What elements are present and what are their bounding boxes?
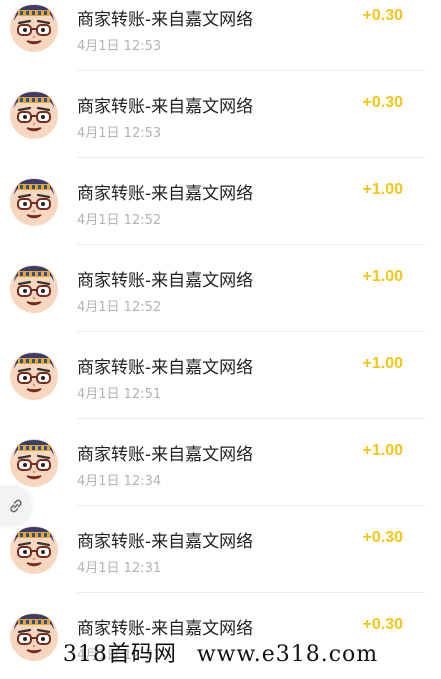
transaction-title: 商家转账-来自嘉文网络 [77,532,254,552]
avatar-icon [10,4,58,52]
watermark-site-name: 318首码网 [62,642,177,667]
transaction-title: 商家转账-来自嘉文网络 [77,97,254,117]
transaction-content: 商家转账-来自嘉文网络 4月1日 12:52 +1.00 [77,157,425,245]
avatar-icon [10,526,58,574]
avatar-icon [10,265,58,313]
transaction-title: 商家转账-来自嘉文网络 [77,184,254,204]
transaction-title: 商家转账-来自嘉文网络 [77,10,254,30]
transaction-time: 4月1日 12:53 [77,39,162,54]
transaction-amount: +0.30 [362,94,403,111]
transaction-row[interactable]: 商家转账-来自嘉文网络 4月1日 12:51 +1.00 [0,331,441,419]
transaction-row[interactable]: 商家转账-来自嘉文网络 4月1日 12:52 +1.00 [0,244,441,332]
transaction-content: 商家转账-来自嘉文网络 4月1日 12:51 +1.00 [77,331,425,419]
transaction-amount: +1.00 [362,268,403,285]
transaction-amount: +1.00 [362,442,403,459]
transaction-row[interactable]: 商家转账-来自嘉文网络 4月1日 12:53 +0.30 [0,0,441,71]
transaction-content: 商家转账-来自嘉文网络 4月1日 12:52 +1.00 [77,244,425,332]
transaction-title: 商家转账-来自嘉文网络 [77,358,254,378]
transaction-amount: +1.00 [362,355,403,372]
transaction-row[interactable]: 商家转账-来自嘉文网络 4月1日 12:52 +1.00 [0,157,441,245]
transaction-row[interactable]: 商家转账-来自嘉文网络 4月1日 12:53 +0.30 [0,70,441,158]
transaction-time: 4月1日 12:31 [77,561,162,576]
transaction-time: 4月1日 12:34 [77,474,162,489]
transaction-content: 商家转账-来自嘉文网络 4月1日 12:53 +0.30 [77,0,425,71]
watermark-site-url: www.e318.com [196,642,379,667]
avatar-icon [10,91,58,139]
transaction-amount: +0.30 [362,7,403,24]
transaction-time: 4月1日 12:51 [77,387,162,402]
transaction-title: 商家转账-来自嘉文网络 [77,271,254,291]
avatar-icon [10,178,58,226]
transaction-amount: +0.30 [362,529,403,546]
transaction-time: 4月1日 12:52 [77,300,162,315]
transaction-title: 商家转账-来自嘉文网络 [77,445,254,465]
transaction-list: 商家转账-来自嘉文网络 4月1日 12:53 +0.30 商家转账-来自嘉文网络… [0,0,441,679]
transaction-content: 商家转账-来自嘉文网络 4月1日 12:53 +0.30 [77,70,425,158]
transaction-amount: +0.30 [362,616,403,633]
transaction-time: 4月1日 12:53 [77,126,162,141]
transaction-content: 商家转账-来自嘉文网络 4月1日 12:34 +1.00 [77,418,425,506]
avatar-icon [10,439,58,487]
transaction-amount: +1.00 [362,181,403,198]
link-icon [10,499,22,513]
transaction-row[interactable]: 商家转账-来自嘉文网络 4月1日 12:31 +0.30 [0,505,441,593]
watermark: 318首码网 www.e318.com [0,639,441,671]
transaction-content: 商家转账-来自嘉文网络 4月1日 12:31 +0.30 [77,505,425,593]
transaction-row[interactable]: 商家转账-来自嘉文网络 4月1日 12:34 +1.00 [0,418,441,506]
transaction-title: 商家转账-来自嘉文网络 [77,619,254,639]
avatar-icon [10,352,58,400]
transaction-time: 4月1日 12:52 [77,213,162,228]
